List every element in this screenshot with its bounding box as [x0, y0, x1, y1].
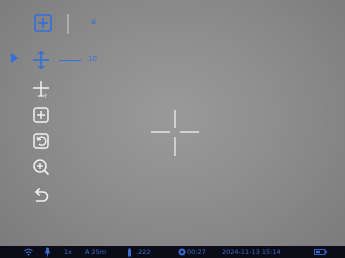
selected-value-text: 10	[88, 55, 97, 63]
add-frame-icon[interactable]	[30, 104, 52, 126]
range-value: A 25m	[85, 248, 107, 256]
wifi-icon	[24, 248, 33, 256]
reset-frame-icon[interactable]	[30, 130, 52, 152]
zoom-in-icon[interactable]	[30, 156, 52, 178]
svg-text:Y: Y	[43, 94, 48, 100]
top-value-text: a	[91, 17, 96, 26]
battery-icon	[314, 249, 327, 255]
frame-plus-icon[interactable]	[32, 12, 54, 34]
selected-value-line	[59, 60, 81, 61]
top-separator	[67, 14, 69, 34]
cartridge-icon	[128, 247, 131, 257]
zoom-level: 1x	[64, 248, 72, 256]
back-icon[interactable]	[30, 184, 52, 206]
status-bar: 1x A 25m .222 00:27 2024-11-13 15:14	[0, 246, 345, 258]
crosshair-move-icon[interactable]	[32, 51, 50, 69]
microphone-icon	[44, 247, 51, 257]
caliber-value: .222	[136, 248, 151, 256]
selection-arrow-icon	[11, 53, 18, 63]
reticle-crosshair	[151, 110, 199, 156]
record-timer: 00:27	[187, 248, 206, 256]
crosshair-adjust-icon[interactable]: Y	[30, 78, 52, 100]
record-icon	[178, 248, 186, 256]
date-time: 2024-11-13 15:14	[222, 248, 281, 256]
